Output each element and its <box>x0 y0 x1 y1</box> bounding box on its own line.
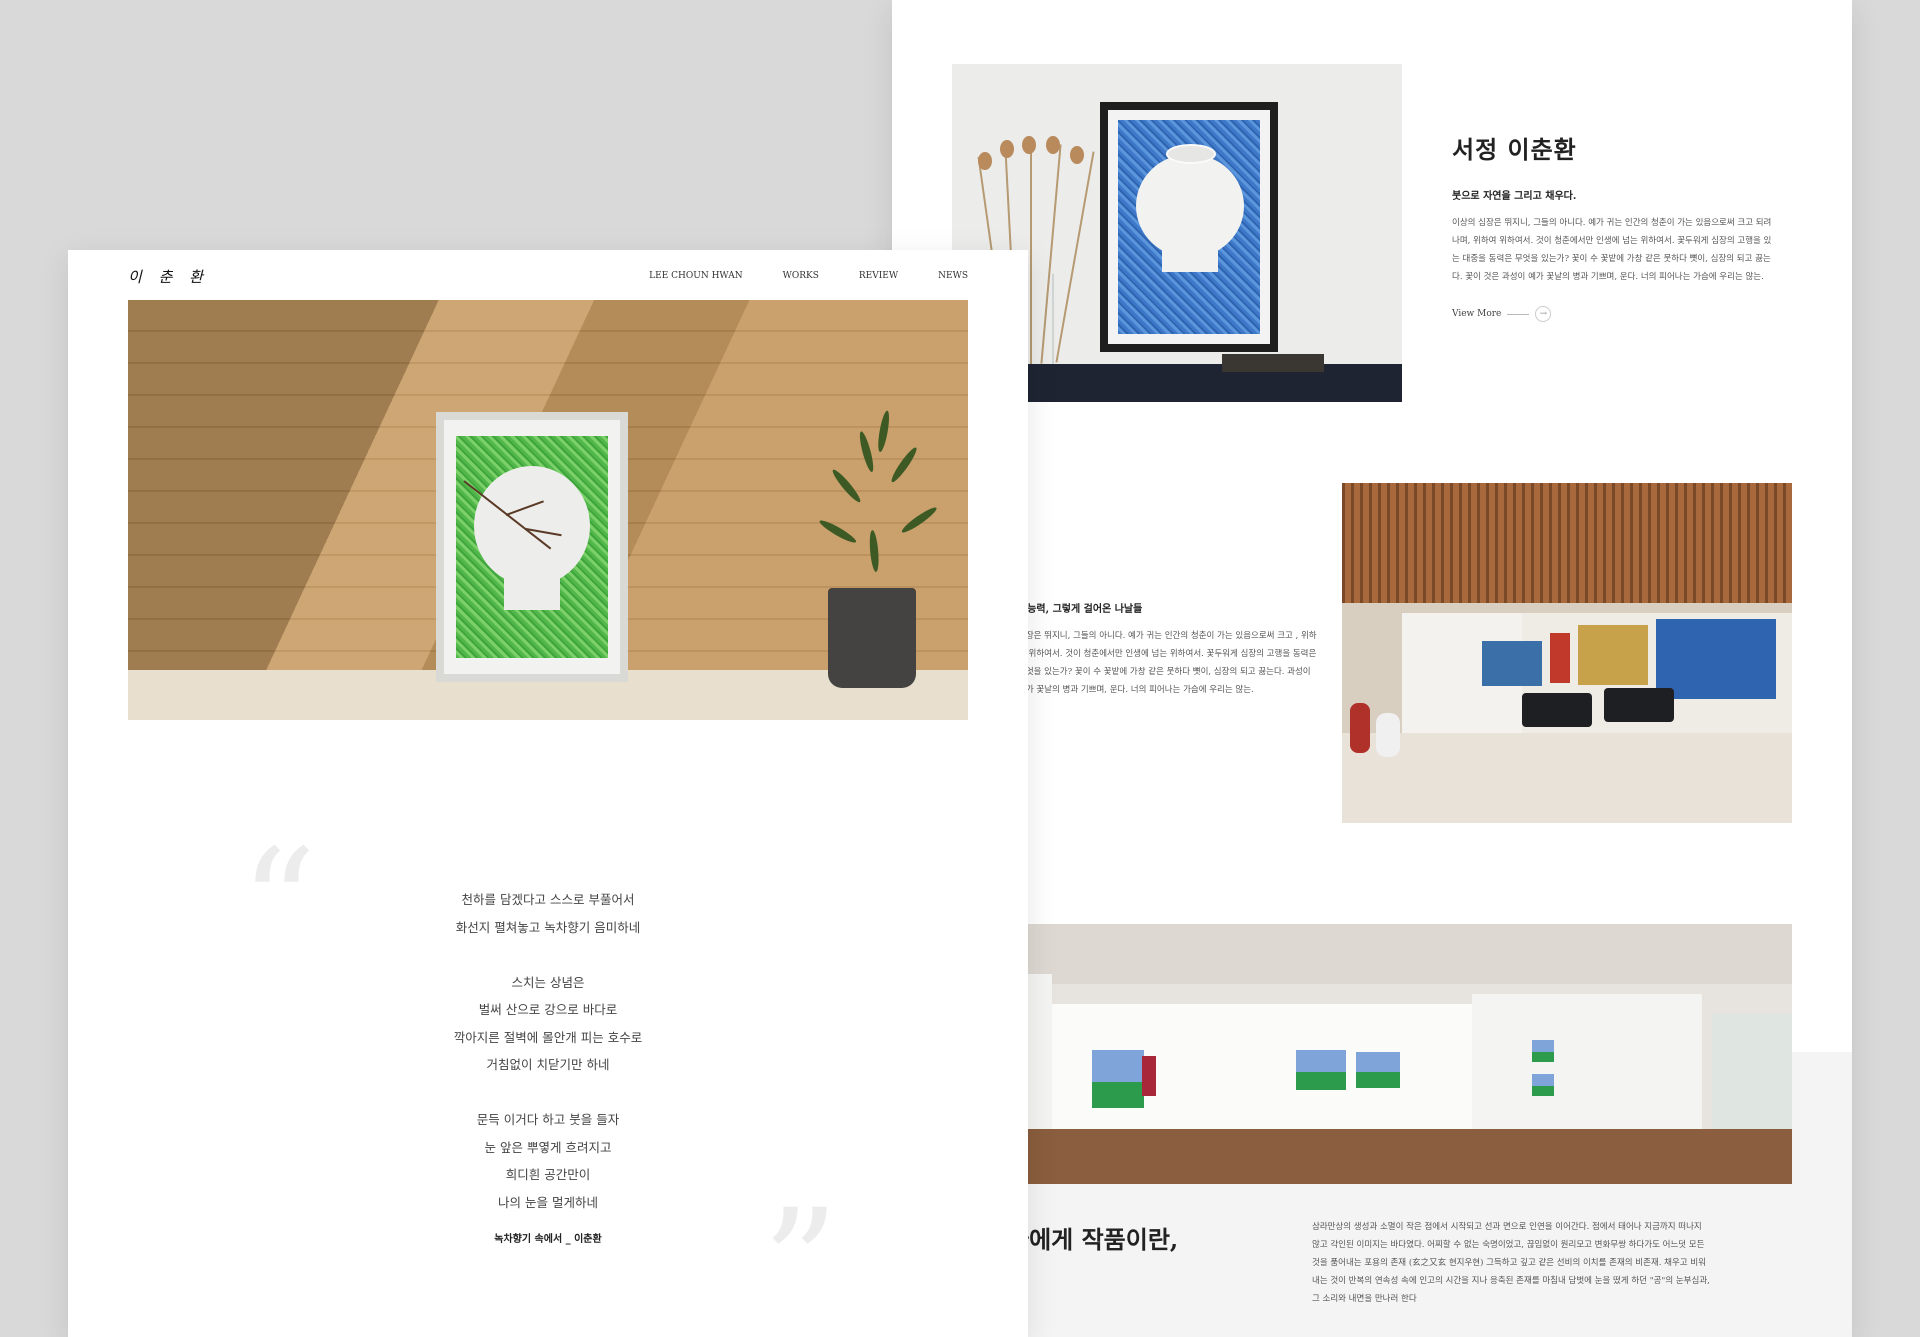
site-logo[interactable]: 이 춘 환 <box>128 266 209 287</box>
poem-line: 벌써 산으로 강으로 바다로 <box>478 1002 618 1017</box>
artist-intro-text: 이상의 심장은 뛰지니, 그들의 아니다. 예가 귀는 인간의 청춘이 가는 있… <box>1452 218 1772 282</box>
career-subtitle: 원능력, 그렇게 걸어온 나날들 <box>1018 604 1143 615</box>
nav-menu: LEE CHOUN HWAN WORKS REVIEW NEWS <box>649 271 968 281</box>
view-more-line <box>1507 313 1530 315</box>
artist-name-title: 서정 이춘환 <box>1452 135 1577 164</box>
closing-section: 삼라만상의 생성과 소멸이 작은 점에서 시작되고 선과 면으로 인연을 이어간… <box>1312 1218 1712 1308</box>
view-more-label: View More <box>1452 309 1502 319</box>
exhibition-lounge-photo <box>1342 483 1792 823</box>
poem-line: 스치는 상념은 <box>511 974 585 990</box>
career-section: 원능력, 그렇게 걸어온 나날들 심장은 뛰지니, 그들의 아니다. 예가 귀는… <box>1018 600 1318 699</box>
poem-line: 깍아지른 절벽에 몰안개 피는 호수로 <box>453 1029 643 1045</box>
top-navigation: 이 춘 환 LEE CHOUN HWAN WORKS REVIEW NEWS <box>128 266 968 286</box>
poem-line: 천하를 담겠다고 스스로 부풀어서 <box>461 892 635 907</box>
closing-title: 나에게 작품이란, <box>1007 1225 1179 1254</box>
poem-line: 희디흰 공간만이 <box>505 1167 591 1182</box>
poem-line: 눈 앞은 뿌옇게 흐려지고 <box>484 1139 612 1155</box>
poem-line: 화선지 펼쳐놓고 녹차향기 음미하네 <box>455 919 641 935</box>
detail-page-sheet: 서정 이춘환 붓으로 자연을 그리고 채우다. 이상의 심장은 뛰지니, 그들의… <box>892 0 1852 1337</box>
poem-block: 천하를 담겠다고 스스로 부풀어서 화선지 펼쳐놓고 녹차향기 음미하네 스치는… <box>298 886 798 1245</box>
home-page-sheet: 이 춘 환 LEE CHOUN HWAN WORKS REVIEW NEWS “… <box>68 250 1028 1337</box>
view-more-link[interactable]: View More → <box>1452 306 1772 322</box>
career-text: 심장은 뛰지니, 그들의 아니다. 예가 귀는 인간의 청춘이 가는 있음으로써… <box>1018 631 1317 695</box>
artist-tagline: 붓으로 자연을 그리고 채우다. <box>1452 191 1577 202</box>
nav-item-lee-choun-hwan[interactable]: LEE CHOUN HWAN <box>649 271 742 281</box>
poem-citation: 녹차향기 속에서 _ 이춘환 <box>494 1234 602 1245</box>
nav-item-review[interactable]: REVIEW <box>859 271 898 281</box>
nav-item-news[interactable]: NEWS <box>938 271 968 281</box>
hero-artwork-photo <box>128 300 968 720</box>
poem-line: 나의 눈을 멀게하네 <box>498 1194 598 1210</box>
poem-line: 문득 이거다 하고 붓을 들자 <box>476 1112 620 1127</box>
arrow-right-icon: → <box>1535 306 1552 322</box>
artist-intro: 서정 이춘환 붓으로 자연을 그리고 채우다. 이상의 심장은 뛰지니, 그들의… <box>1452 130 1772 322</box>
poem-line: 거침없이 치닫기만 하네 <box>486 1057 610 1072</box>
nav-item-works[interactable]: WORKS <box>783 271 819 281</box>
closing-text: 삼라만상의 생성과 소멸이 작은 점에서 시작되고 선과 면으로 인연을 이어간… <box>1312 1222 1710 1304</box>
